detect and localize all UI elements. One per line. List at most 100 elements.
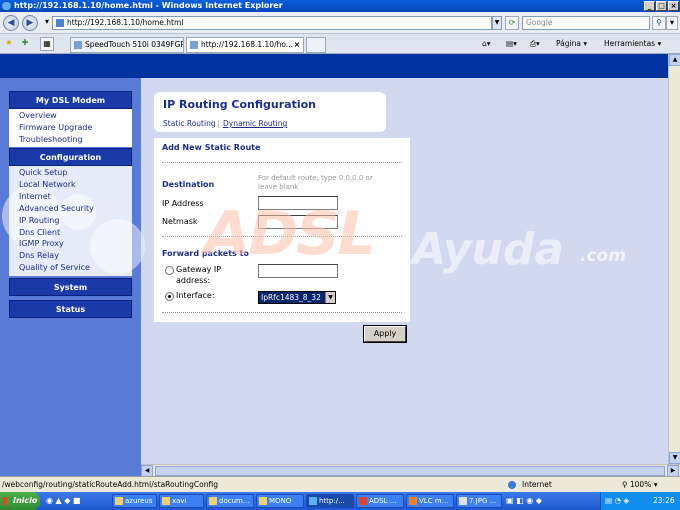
close-tab-icon[interactable]: × <box>294 38 300 52</box>
ip-address-label: IP Address <box>162 199 204 208</box>
task-http[interactable]: http:/... <box>306 494 354 508</box>
sidebar-item-dns-relay[interactable]: Dns Relay <box>19 250 132 262</box>
globe-icon <box>508 481 516 489</box>
interface-select[interactable]: IpRfc1483_8_32 ▼ <box>258 291 336 304</box>
sidebar-menu-configuration: Quick Setup Local Network Internet Advan… <box>9 166 132 276</box>
sidebar-item-ip-routing[interactable]: IP Routing <box>19 215 132 227</box>
app-icon <box>359 497 367 505</box>
sidebar-item-advanced-security[interactable]: Advanced Security <box>19 203 132 215</box>
status-bar: /webconfig/routing/staticRouteAdd.html/s… <box>0 476 680 492</box>
maximize-icon[interactable]: □ <box>656 1 667 11</box>
watermark-text: Ayuda <box>412 224 565 275</box>
windows-logo-icon <box>3 497 11 505</box>
apply-button[interactable]: Apply <box>364 326 406 342</box>
tools-menu[interactable]: Herramientas ▾ <box>604 38 661 50</box>
window-title-bar: http://192.168.1.10/home.html - Windows … <box>0 0 680 12</box>
form-section-title: Add New Static Route <box>162 143 261 152</box>
task-adsl[interactable]: ADSL ... <box>356 494 404 508</box>
quick-launch-icons[interactable]: ◉ ▲ ◆ ■ <box>46 496 80 505</box>
home-icon[interactable]: ⌂▾ <box>482 38 491 50</box>
netmask-label: Netmask <box>162 217 198 226</box>
task-label: xavi <box>172 497 187 505</box>
tray-icons[interactable]: ▤ ◔ ◈ <box>605 492 629 510</box>
address-input[interactable]: http://192.168.1.10/home.html <box>52 16 492 30</box>
sidebar-item-dns-client[interactable]: Dns Client <box>19 227 132 239</box>
task-label: MONO <box>269 497 292 505</box>
horizontal-scrollbar[interactable]: ◀ ▶ <box>141 464 680 477</box>
sidebar-menu-modem: Overview Firmware Upgrade Troubleshootin… <box>9 109 132 147</box>
sidebar-item-internet[interactable]: Internet <box>19 191 132 203</box>
task-label: 7.JPG ... <box>469 497 497 505</box>
routing-panel-header: IP Routing Configuration Static Routing … <box>154 92 386 132</box>
search-options-icon[interactable]: ▾ <box>666 16 678 30</box>
destination-hint: For default route, type 0.0.0.0 or leave… <box>258 174 373 191</box>
search-icon[interactable]: ⚲ <box>652 16 666 30</box>
folder-icon <box>259 497 267 505</box>
destination-label: Destination <box>162 180 215 189</box>
print-icon[interactable]: ⎙▾ <box>530 38 540 50</box>
task-vlc[interactable]: VLC m... <box>406 494 454 508</box>
start-button[interactable]: Inicio <box>0 492 40 510</box>
link-separator: | <box>217 119 220 128</box>
zoom-level[interactable]: ⚲ 100% ▾ <box>622 477 658 492</box>
add-favorites-icon[interactable]: ✚ <box>18 37 32 51</box>
gateway-radio[interactable] <box>165 266 174 275</box>
task-label: VLC m... <box>419 497 449 505</box>
sidebar-section-configuration[interactable]: Configuration <box>9 148 132 166</box>
sidebar-item-quick-setup[interactable]: Quick Setup <box>19 167 132 179</box>
link-static-routing[interactable]: Static Routing <box>163 119 216 128</box>
sidebar-item-overview[interactable]: Overview <box>19 110 132 122</box>
forward-icon[interactable]: ▶ <box>22 15 38 31</box>
task-label: http:/... <box>319 497 345 505</box>
tab-bar: ★ ✚ ▦ SpeedTouch 510i 0349FGP3G http://1… <box>0 34 680 54</box>
task-xavi[interactable]: xavi <box>159 494 204 508</box>
sidebar-item-troubleshooting[interactable]: Troubleshooting <box>19 134 132 146</box>
interface-select-value: IpRfc1483_8_32 <box>261 293 321 302</box>
tray-icons[interactable]: ▣ ◧ ◉ ◆ <box>506 496 542 505</box>
tools-menu-label: Herramientas <box>604 39 656 48</box>
close-icon[interactable]: × <box>668 1 679 11</box>
scroll-down-icon[interactable]: ▼ <box>669 452 680 464</box>
tab-favicon <box>74 41 82 49</box>
page-title: IP Routing Configuration <box>163 98 316 111</box>
quick-tabs-icon[interactable]: ▦ <box>40 37 54 51</box>
task-jpg[interactable]: 7.JPG ... <box>456 494 502 508</box>
feeds-icon[interactable]: ▤▾ <box>506 38 517 50</box>
task-label: docum... <box>219 497 250 505</box>
interface-radio[interactable] <box>165 292 174 301</box>
page-menu[interactable]: Página ▾ <box>556 38 587 50</box>
link-dynamic-routing[interactable]: Dynamic Routing <box>223 119 287 128</box>
interface-label: Interface: <box>176 291 215 300</box>
address-text: http://192.168.1.10/home.html <box>67 18 184 27</box>
window-title: http://192.168.1.10/home.html - Windows … <box>14 1 283 10</box>
favorites-star-icon[interactable]: ★ <box>2 37 16 51</box>
folder-icon <box>162 497 170 505</box>
new-tab-button[interactable] <box>306 37 326 53</box>
address-toolbar: ◀ ▶ ▾ http://192.168.1.10/home.html ▼ ⟳ … <box>0 12 680 34</box>
task-azureus[interactable]: azureus <box>112 494 157 508</box>
sidebar-section-my-dsl-modem[interactable]: My DSL Modem <box>9 91 132 109</box>
tab-speedtouch[interactable]: SpeedTouch 510i 0349FGP3G <box>70 37 184 53</box>
scroll-thumb[interactable] <box>155 466 665 476</box>
task-docum[interactable]: docum... <box>206 494 254 508</box>
header-bar <box>0 54 668 78</box>
sidebar-item-local-network[interactable]: Local Network <box>19 179 132 191</box>
page-icon <box>56 19 64 27</box>
taskbar: Inicio ◉ ▲ ◆ ■ azureus xavi docum... MON… <box>0 492 680 510</box>
back-icon[interactable]: ◀ <box>3 15 19 31</box>
vertical-scrollbar[interactable]: ▲ ▼ <box>668 54 680 464</box>
refresh-icon[interactable]: ⟳ <box>505 16 519 30</box>
sidebar-item-firmware-upgrade[interactable]: Firmware Upgrade <box>19 122 132 134</box>
sidebar-item-igmp-proxy[interactable]: IGMP Proxy <box>19 238 132 250</box>
scroll-up-icon[interactable]: ▲ <box>669 54 680 66</box>
task-mono[interactable]: MONO <box>256 494 304 508</box>
sidebar-item-quality-of-service[interactable]: Quality of Service <box>19 262 132 274</box>
address-dropdown-icon[interactable]: ▼ <box>492 16 502 30</box>
search-input[interactable]: Google <box>522 16 650 30</box>
sidebar-section-status[interactable]: Status <box>9 300 132 318</box>
tab-current[interactable]: http://192.168.1.10/ho... × <box>186 37 304 53</box>
minimize-icon[interactable]: _ <box>644 1 655 11</box>
task-label: ADSL ... <box>369 497 397 505</box>
tab-label: http://192.168.1.10/ho... <box>201 40 293 49</box>
sidebar-section-system[interactable]: System <box>9 278 132 296</box>
